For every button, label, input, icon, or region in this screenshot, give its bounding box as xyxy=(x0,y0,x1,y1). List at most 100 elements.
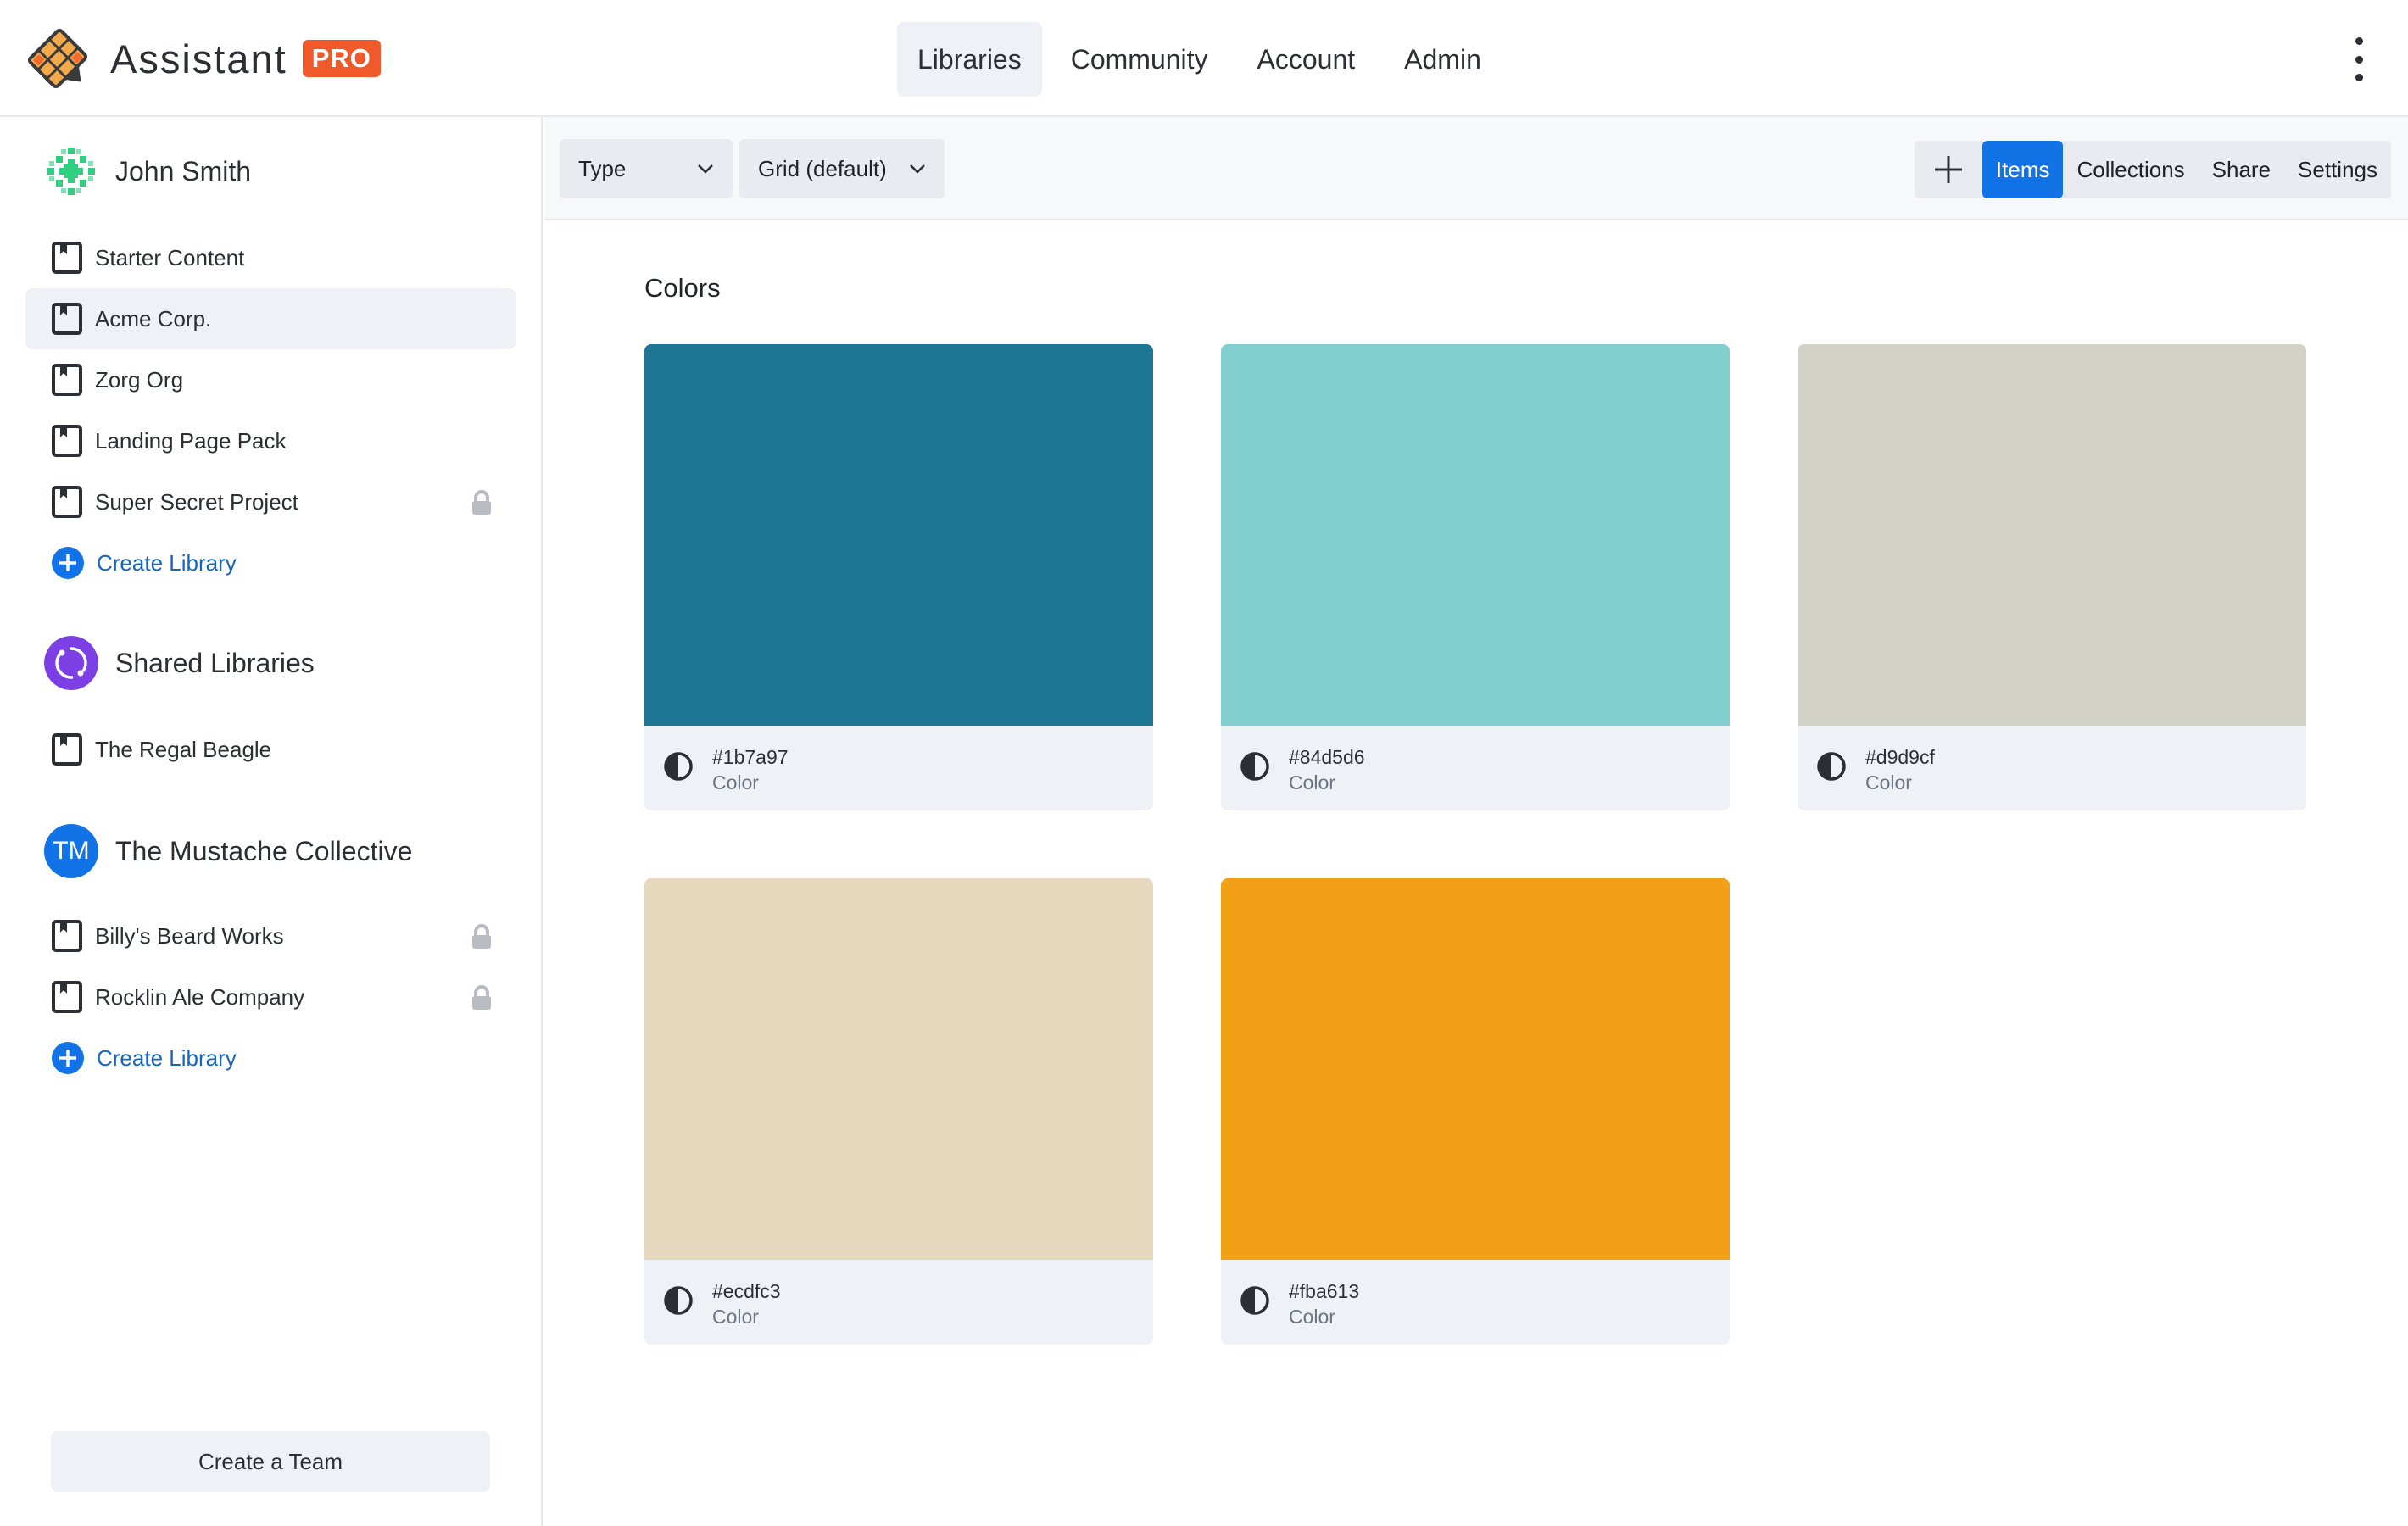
library-icon xyxy=(52,981,82,1013)
team-avatar: TM xyxy=(44,824,98,878)
swatch-info: #1b7a97 Color xyxy=(644,726,1153,810)
tab-items[interactable]: Items xyxy=(1982,141,2064,198)
lock-icon xyxy=(472,490,491,515)
swatch-type: Color xyxy=(1289,771,1335,794)
color-swatch xyxy=(1221,878,1730,1260)
library-label: The Regal Beagle xyxy=(95,736,272,762)
swatch-info: #84d5d6 Color xyxy=(1221,726,1730,810)
app-name: Assistant xyxy=(110,36,287,81)
library-icon xyxy=(52,733,82,766)
pencil-logo-icon xyxy=(28,29,87,88)
color-swatch xyxy=(644,878,1153,1260)
library-icon xyxy=(52,303,82,335)
create-team-button[interactable]: Create a Team xyxy=(51,1431,490,1492)
library-icon xyxy=(52,920,82,952)
swatch-hex: #84d5d6 xyxy=(1289,746,1365,768)
create-library-label: Create Library xyxy=(97,549,237,576)
color-swatch xyxy=(1221,344,1730,726)
plus-icon xyxy=(1934,156,1962,183)
shared-libraries-icon xyxy=(44,636,98,690)
color-swatch-card[interactable]: #d9d9cf Color xyxy=(1798,344,2306,810)
more-menu-icon[interactable] xyxy=(2350,37,2367,81)
contrast-icon xyxy=(664,1286,693,1315)
color-swatch-card[interactable]: #fba613 Color xyxy=(1221,878,1730,1345)
contrast-icon xyxy=(1817,752,1846,781)
sidebar-item-billys-beard-works[interactable]: Billy's Beard Works xyxy=(25,905,516,966)
nav-account[interactable]: Account xyxy=(1237,22,1376,97)
swatch-info: #d9d9cf Color xyxy=(1798,726,2306,810)
swatch-hex: #1b7a97 xyxy=(712,746,789,768)
owner-name: The Mustache Collective xyxy=(115,835,413,866)
library-icon xyxy=(52,242,82,274)
library-icon xyxy=(52,425,82,457)
add-circle-icon xyxy=(52,547,84,579)
contrast-icon xyxy=(664,752,693,781)
brand[interactable]: Assistant PRO xyxy=(24,24,381,93)
swatch-type: Color xyxy=(1865,771,1912,794)
lock-icon xyxy=(472,985,491,1010)
tab-settings[interactable]: Settings xyxy=(2284,141,2391,198)
add-item-button[interactable] xyxy=(1915,141,1982,198)
tab-share[interactable]: Share xyxy=(2199,141,2284,198)
library-label: Acme Corp. xyxy=(95,305,212,331)
sidebar-item-acme-corp[interactable]: Acme Corp. xyxy=(25,288,516,349)
library-toolbar: Type Grid (default) Items Collections Sh… xyxy=(544,117,2408,220)
sidebar-item-zorg-org[interactable]: Zorg Org xyxy=(25,349,516,410)
library-label: Billy's Beard Works xyxy=(95,922,284,949)
owner-john-smith[interactable]: John Smith xyxy=(44,144,251,198)
user-avatar-icon xyxy=(46,146,97,197)
color-swatch xyxy=(644,344,1153,726)
add-circle-icon xyxy=(52,1042,84,1074)
color-swatch-card[interactable]: #1b7a97 Color xyxy=(644,344,1153,810)
swatch-type: Color xyxy=(712,1306,759,1328)
contrast-icon xyxy=(1240,752,1269,781)
view-mode-dropdown[interactable]: Grid (default) xyxy=(739,139,945,198)
sidebar-item-rocklin-ale-company[interactable]: Rocklin Ale Company xyxy=(25,966,516,1028)
create-library-label: Create Library xyxy=(97,1044,237,1071)
type-filter-dropdown[interactable]: Type xyxy=(560,139,733,198)
sidebar: John Smith Starter Content Acme Corp. Zo… xyxy=(0,117,543,1526)
library-icon xyxy=(52,486,82,518)
color-swatch-card[interactable]: #ecdfc3 Color xyxy=(644,878,1153,1345)
nav-libraries[interactable]: Libraries xyxy=(897,22,1042,97)
create-library-button[interactable]: Create Library xyxy=(25,532,237,593)
sidebar-item-super-secret-project[interactable]: Super Secret Project xyxy=(25,471,516,532)
chevron-down-icon xyxy=(910,164,925,174)
library-label: Zorg Org xyxy=(95,366,184,393)
nav-community[interactable]: Community xyxy=(1051,22,1229,97)
swatch-hex: #fba613 xyxy=(1289,1280,1360,1302)
swatch-hex: #d9d9cf xyxy=(1865,746,1935,768)
color-swatch-card[interactable]: #84d5d6 Color xyxy=(1221,344,1730,810)
library-label: Rocklin Ale Company xyxy=(95,983,305,1010)
lock-icon xyxy=(472,924,491,949)
sidebar-item-landing-page-pack[interactable]: Landing Page Pack xyxy=(25,410,516,471)
sidebar-item-starter-content[interactable]: Starter Content xyxy=(25,227,516,288)
swatch-type: Color xyxy=(712,771,759,794)
contrast-icon xyxy=(1240,1286,1269,1315)
chevron-down-icon xyxy=(698,164,713,174)
type-filter-label: Type xyxy=(578,155,627,181)
owner-name: John Smith xyxy=(115,155,252,187)
view-mode-label: Grid (default) xyxy=(758,155,887,181)
library-tabs: Items Collections Share Settings xyxy=(1914,141,2391,198)
owner-the-mustache-collective[interactable]: TM The Mustache Collective xyxy=(44,824,412,878)
library-label: Landing Page Pack xyxy=(95,427,287,454)
section-title: Colors xyxy=(644,273,721,303)
library-icon xyxy=(52,364,82,396)
owner-name: Shared Libraries xyxy=(115,647,315,678)
swatch-type: Color xyxy=(1289,1306,1335,1328)
main-nav: Libraries Community Account Admin xyxy=(897,22,1510,97)
color-swatch xyxy=(1798,344,2306,726)
tab-collections[interactable]: Collections xyxy=(2063,141,2198,198)
create-team-library-button[interactable]: Create Library xyxy=(25,1028,237,1089)
swatch-hex: #ecdfc3 xyxy=(712,1280,781,1302)
nav-admin[interactable]: Admin xyxy=(1384,22,1502,97)
swatch-info: #fba613 Color xyxy=(1221,1260,1730,1345)
sidebar-item-the-regal-beagle[interactable]: The Regal Beagle xyxy=(25,719,516,780)
owner-shared-libraries[interactable]: Shared Libraries xyxy=(44,636,315,690)
swatch-info: #ecdfc3 Color xyxy=(644,1260,1153,1345)
library-label: Super Secret Project xyxy=(95,488,298,515)
pro-badge: PRO xyxy=(302,40,381,77)
top-navigation-bar: Assistant PRO Libraries Community Accoun… xyxy=(0,0,2408,117)
library-label: Starter Content xyxy=(95,244,245,270)
